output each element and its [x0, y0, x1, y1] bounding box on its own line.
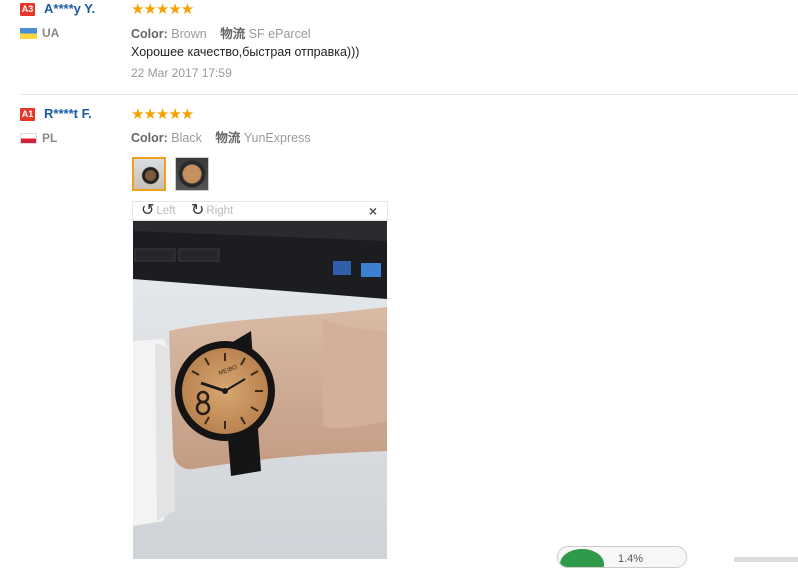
flag-icon [20, 133, 37, 144]
shipping-key: 物流 [220, 27, 246, 41]
shipping-key: 物流 [215, 131, 241, 145]
order-attributes: Color: Brown 物流 SF eParcel [131, 23, 311, 42]
close-icon[interactable]: × [369, 203, 377, 219]
corner-bar [734, 557, 798, 562]
rotate-right-label: Right [206, 205, 234, 217]
photo-viewer: ↺ Left ↻ Right × MEIBO [132, 201, 388, 559]
color-key: Color: [131, 27, 168, 41]
review-date: 22 Mar 2017 17:59 [131, 66, 232, 80]
review-photo-thumbnail[interactable] [132, 157, 166, 191]
buyer-country: PL [42, 131, 58, 145]
shipping-info: 物流 SF eParcel [220, 27, 310, 41]
color-value: Brown [171, 27, 207, 41]
buyer-level-badge: A1 [20, 108, 35, 121]
rotate-right-icon: ↻ [191, 202, 205, 219]
buyer-name[interactable]: A****y Y. [44, 1, 95, 16]
rotate-left-icon: ↺ [141, 202, 155, 219]
review-photo: MEIBO [133, 221, 387, 559]
rating-stars: ★★★★★ [131, 106, 194, 123]
watch-photo-illustration: MEIBO [133, 221, 387, 559]
floating-widget[interactable]: 1.4% [557, 546, 687, 568]
order-attributes: Color: Black 物流 YunExpress [131, 127, 311, 146]
floating-widget-text: 1.4% [618, 553, 644, 565]
shipping-info: 物流 YunExpress [215, 131, 310, 145]
shipping-value: YunExpress [243, 131, 311, 145]
color-key: Color: [131, 131, 168, 145]
buyer-name[interactable]: R****t F. [44, 106, 92, 121]
green-circle-icon [560, 549, 604, 567]
rating-stars: ★★★★★ [131, 1, 194, 18]
color-value: Black [171, 131, 202, 145]
photo-viewer-toolbar: ↺ Left ↻ Right × [132, 201, 388, 221]
rotate-left-button[interactable]: ↺ Left [141, 202, 176, 219]
rotate-left-label: Left [156, 205, 176, 217]
review-divider [20, 94, 798, 95]
buyer-country: UA [42, 26, 60, 40]
review-text: Хорошее качество,быстрая отправка))) [131, 45, 360, 59]
review-photo-thumbnail[interactable] [175, 157, 209, 191]
shipping-value: SF eParcel [248, 27, 311, 41]
flag-icon [20, 28, 37, 39]
rotate-right-button[interactable]: ↻ Right [191, 202, 234, 219]
buyer-level-badge: A3 [20, 3, 35, 16]
